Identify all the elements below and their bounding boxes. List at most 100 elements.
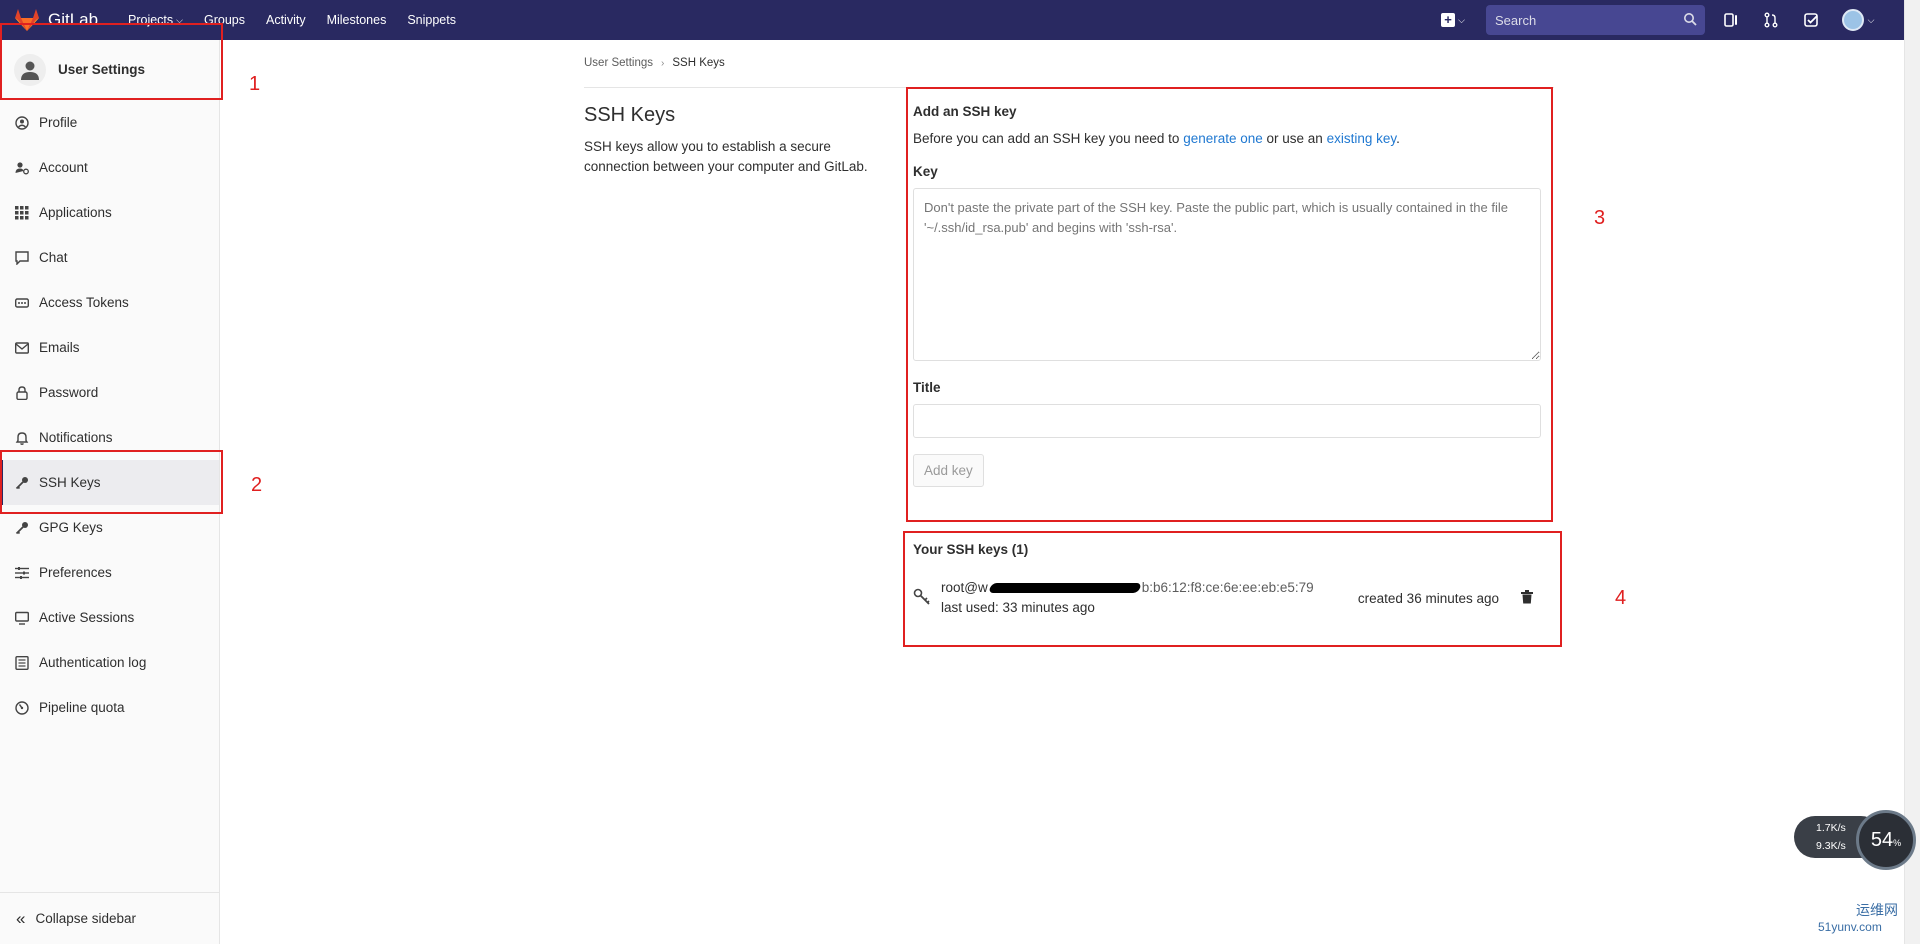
- token-icon: [15, 297, 29, 308]
- chevron-down-icon: ⌵: [1867, 14, 1875, 25]
- sidebar-title: User Settings: [58, 62, 146, 77]
- email-icon: [15, 341, 29, 354]
- annotation-number-4: 4: [1615, 587, 1627, 609]
- watermark-text-2: 51yunv.com: [1818, 920, 1882, 934]
- sidebar-item-profile[interactable]: Profile: [0, 100, 219, 145]
- sidebar-item-authentication-log[interactable]: Authentication log: [0, 640, 219, 685]
- nav-snippets[interactable]: Snippets: [407, 13, 456, 27]
- existing-key-link[interactable]: existing key: [1327, 131, 1397, 146]
- form-intro: Before you can add an SSH key you need t…: [913, 131, 1541, 146]
- page-description: SSH keys allow you to establish a secure…: [584, 139, 868, 174]
- profile-icon: [15, 115, 29, 130]
- nav-activity-label: Activity: [265, 13, 306, 27]
- account-icon: [15, 161, 29, 174]
- page-scrollbar[interactable]: [1904, 0, 1920, 944]
- sidebar-item-preferences[interactable]: Preferences: [0, 550, 219, 595]
- watermark-text-1: 运维网: [1856, 902, 1898, 918]
- page-intro: SSH Keys SSH keys allow you to establish…: [584, 104, 884, 177]
- key-label: Key: [913, 164, 938, 179]
- plus-icon[interactable]: + ⌵: [1436, 7, 1470, 33]
- gitlab-logo[interactable]: GitLab: [14, 8, 114, 32]
- form-heading: Add an SSH key: [913, 104, 1017, 119]
- breadcrumb: User Settings › SSH Keys: [584, 57, 725, 69]
- nav-groups[interactable]: Groups: [204, 13, 245, 27]
- sidebar-item-label: Access Tokens: [39, 295, 129, 310]
- collapse-sidebar-button[interactable]: « Collapse sidebar: [0, 892, 220, 944]
- key-title-fingerprint[interactable]: root@w b:b6:12:f8:ce:6e:ee:eb:e5:79: [941, 578, 1358, 598]
- site-watermark: 运维网 51yunv.com: [1816, 898, 1912, 938]
- sidebar-item-gpg-keys[interactable]: GPG Keys: [0, 505, 219, 550]
- sidebar-item-label: Pipeline quota: [39, 700, 125, 715]
- network-speed-widget[interactable]: 1.7K/s 9.3K/s 54%: [1794, 810, 1916, 870]
- user-icon: [14, 53, 46, 86]
- search-icon: [1684, 13, 1697, 26]
- add-ssh-key-form: Add an SSH key Before you can add an SSH…: [913, 104, 1541, 487]
- sidebar-item-active-sessions[interactable]: Active Sessions: [0, 595, 219, 640]
- sidebar-item-applications[interactable]: Applications: [0, 190, 219, 235]
- list-item[interactable]: root@w b:b6:12:f8:ce:6e:ee:eb:e5:79 last …: [913, 578, 1541, 618]
- form-intro-text: .: [1396, 131, 1400, 146]
- sidebar-item-label: GPG Keys: [39, 520, 103, 535]
- breadcrumb-divider: [584, 87, 1554, 88]
- sidebar-item-label: SSH Keys: [39, 475, 101, 490]
- memory-gauge: 54%: [1856, 810, 1916, 870]
- sidebar-item-label: Account: [39, 160, 88, 175]
- sidebar-item-label: Active Sessions: [39, 610, 135, 625]
- annotation-number-2: 2: [251, 474, 263, 496]
- merge-request-icon[interactable]: [1758, 7, 1784, 33]
- nav-projects-label: Projects: [128, 13, 174, 27]
- key-textarea[interactable]: [913, 188, 1541, 361]
- sidebar-item-chat[interactable]: Chat: [0, 235, 219, 280]
- issues-icon[interactable]: [1718, 7, 1744, 33]
- sidebar-context-header[interactable]: User Settings: [0, 40, 219, 100]
- nav-snippets-label: Snippets: [407, 13, 456, 27]
- brand-name: GitLab: [48, 10, 99, 29]
- new-dropdown[interactable]: + ⌵: [1436, 0, 1470, 40]
- user-nav: ⌵: [1718, 0, 1878, 40]
- avatar: [1841, 9, 1864, 31]
- todo-icon[interactable]: [1798, 7, 1824, 33]
- sidebar-item-label: Profile: [39, 115, 78, 130]
- key-title: root@w: [941, 580, 988, 595]
- breadcrumb-current: SSH Keys: [672, 57, 725, 69]
- key-fingerprint: b:b6:12:f8:ce:6e:ee:eb:e5:79: [1141, 580, 1314, 595]
- sidebar-item-password[interactable]: Password: [0, 370, 219, 415]
- nav-activity[interactable]: Activity: [266, 13, 306, 27]
- sidebar-item-label: Password: [39, 385, 99, 400]
- sidebar-item-emails[interactable]: Emails: [0, 325, 219, 370]
- sliders-icon: [15, 566, 29, 579]
- key-icon: [15, 521, 28, 534]
- search-placeholder: Search: [1495, 12, 1537, 28]
- main-nav: Projects ⌵ Groups Activity Milestones Sn…: [128, 13, 477, 27]
- nav-milestones[interactable]: Milestones: [327, 13, 387, 27]
- key-last-used: last used: 33 minutes ago: [941, 600, 1095, 615]
- redaction-scribble: [987, 583, 1142, 594]
- key-icon: [913, 588, 939, 609]
- sidebar-item-account[interactable]: Account: [0, 145, 219, 190]
- sidebar-item-label: Notifications: [39, 430, 113, 445]
- keys-heading: Your SSH keys (1): [913, 542, 1029, 557]
- breadcrumb-parent-link[interactable]: User Settings: [584, 57, 653, 69]
- nav-projects[interactable]: Projects ⌵: [128, 13, 183, 27]
- nav-groups-label: Groups: [203, 13, 245, 27]
- top-navbar: GitLab Projects ⌵ Groups Activity Milest…: [0, 0, 1904, 40]
- key-icon: [15, 476, 28, 489]
- download-speed: 9.3K/s: [1816, 840, 1846, 852]
- delete-key-button[interactable]: [1521, 589, 1541, 607]
- form-intro-text: or use an: [1262, 131, 1327, 146]
- memory-percent-unit: %: [1893, 838, 1902, 848]
- upload-speed: 1.7K/s: [1816, 822, 1846, 834]
- sidebar-item-ssh-keys[interactable]: SSH Keys: [0, 460, 219, 505]
- add-key-button[interactable]: Add key: [913, 454, 984, 487]
- user-avatar-menu[interactable]: ⌵: [1838, 7, 1878, 33]
- search-input[interactable]: Search: [1486, 5, 1705, 35]
- sidebar-item-pipeline-quota[interactable]: Pipeline quota: [0, 685, 219, 730]
- collapse-sidebar-label: Collapse sidebar: [35, 911, 137, 926]
- title-input[interactable]: [913, 404, 1541, 438]
- key-info: root@w b:b6:12:f8:ce:6e:ee:eb:e5:79 last …: [941, 578, 1358, 618]
- sidebar-item-label: Authentication log: [39, 655, 147, 670]
- sidebar-item-notifications[interactable]: Notifications: [0, 415, 219, 460]
- memory-percent: 54: [1870, 828, 1894, 851]
- generate-one-link[interactable]: generate one: [1183, 131, 1263, 146]
- sidebar-item-access-tokens[interactable]: Access Tokens: [0, 280, 219, 325]
